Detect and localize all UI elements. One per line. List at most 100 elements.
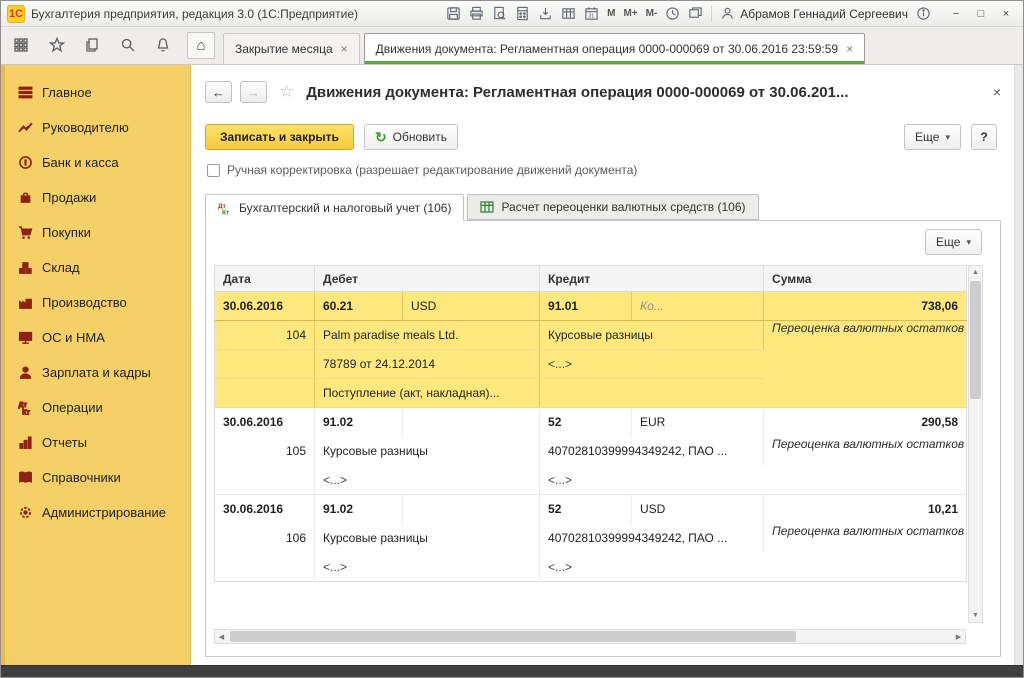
sidebar-item-operations[interactable]: ДтКт Операции <box>1 390 190 425</box>
horizontal-scrollbar[interactable]: ◀ ▶ <box>214 629 966 644</box>
column-header-credit[interactable]: Кредит <box>540 266 764 292</box>
svg-text:Дт: Дт <box>19 402 28 409</box>
debit-credit-icon: ДтКт <box>18 400 33 415</box>
back-icon: ← <box>212 85 225 100</box>
memory-icon[interactable]: M <box>607 8 615 19</box>
table-row[interactable]: 105 Курсовые разницы 4070281039999434924… <box>215 437 967 466</box>
sidebar-item-warehouse[interactable]: Склад <box>1 250 190 285</box>
svg-text:Кт: Кт <box>22 409 30 415</box>
home-icon: ⌂ <box>196 37 205 54</box>
refresh-icon: ↻ <box>375 129 387 146</box>
vertical-scroll-thumb[interactable] <box>970 281 981 399</box>
user-menu[interactable]: Абрамов Геннадий Сергеевич <box>720 6 908 21</box>
table-row[interactable]: 104 Palm paradise meals Ltd. Курсовые ра… <box>215 321 967 350</box>
boxes-icon <box>18 260 33 275</box>
sidebar-item-reports[interactable]: Отчеты <box>1 425 190 460</box>
forward-icon: → <box>247 85 260 100</box>
print-preview-icon[interactable] <box>492 6 507 21</box>
notifications-bell-icon[interactable] <box>155 37 171 53</box>
gear-icon <box>18 505 33 520</box>
search-icon[interactable] <box>120 37 136 53</box>
bag-icon <box>18 190 33 205</box>
spreadsheet-icon[interactable] <box>561 6 576 21</box>
table-row[interactable]: 30.06.2016 60.21 USD 91.01 Ко... 738,06 <box>215 292 967 321</box>
sidebar-item-production[interactable]: Производство <box>1 285 190 320</box>
minimize-button[interactable]: − <box>945 5 967 23</box>
print-icon[interactable] <box>469 6 484 21</box>
table-more-button[interactable]: Еще ▾ <box>925 229 982 255</box>
manual-adjustment-row: Ручная корректировка (разрешает редактир… <box>207 163 637 177</box>
sidebar-item-label: Отчеты <box>42 435 87 450</box>
user-icon <box>720 6 735 21</box>
tab-label: Движения документа: Регламентная операци… <box>376 42 838 56</box>
tab-accounting-register[interactable]: ДтКт Бухгалтерский и налоговый учет (106… <box>205 194 464 221</box>
sidebar-item-administration[interactable]: Администрирование <box>1 495 190 530</box>
column-header-date[interactable]: Дата <box>215 266 315 292</box>
help-button[interactable]: ? <box>971 124 997 150</box>
main-menu-icon[interactable] <box>13 37 29 53</box>
form-close-icon[interactable]: × <box>993 84 1001 100</box>
page-title: Движения документа: Регламентная операци… <box>306 84 977 101</box>
close-button[interactable]: × <box>995 5 1017 23</box>
horizontal-scroll-thumb[interactable] <box>230 631 796 642</box>
save-icon[interactable] <box>446 6 461 21</box>
column-header-debit[interactable]: Дебет <box>315 266 540 292</box>
scroll-down-icon[interactable]: ▼ <box>969 609 982 622</box>
tab-close-icon[interactable]: × <box>846 42 853 56</box>
tab-close-icon[interactable]: × <box>341 42 348 56</box>
sidebar-item-directories[interactable]: Справочники <box>1 460 190 495</box>
copy-icon[interactable] <box>84 37 100 53</box>
refresh-button[interactable]: ↻ Обновить <box>364 124 458 150</box>
table-more-label: Еще <box>936 235 960 249</box>
table-row[interactable]: 30.06.2016 91.02 52 USD 10,21 <box>215 495 967 524</box>
help-label: ? <box>980 130 987 144</box>
save-and-close-button[interactable]: Записать и закрыть <box>205 124 354 150</box>
sidebar-item-purchases[interactable]: Покупки <box>1 215 190 250</box>
sidebar-item-sales[interactable]: Продажи <box>1 180 190 215</box>
info-icon[interactable] <box>916 6 931 21</box>
export-icon[interactable] <box>538 6 553 21</box>
register-table-icon <box>480 200 494 214</box>
sidebar-item-bank-cash[interactable]: Банк и касса <box>1 145 190 180</box>
table-row[interactable]: 30.06.2016 91.02 52 EUR 290,58 <box>215 408 967 437</box>
nav-forward-button[interactable]: → <box>240 81 267 103</box>
windows-icon[interactable] <box>688 6 703 21</box>
vertical-scrollbar[interactable]: ▲ ▼ <box>968 265 983 623</box>
register-tab-label: Бухгалтерский и налоговый учет (106) <box>239 201 451 215</box>
scroll-left-icon[interactable]: ◀ <box>215 630 228 643</box>
memory-minus-icon[interactable]: M- <box>646 8 658 19</box>
titlebar-toolbar: 31 M M+ M- Абрамов Геннадий Сергеевич − … <box>446 5 1017 23</box>
calculator-icon[interactable] <box>515 6 530 21</box>
table-row[interactable]: 106 Курсовые разницы 4070281039999434924… <box>215 524 967 553</box>
sidebar-item-payroll-hr[interactable]: Зарплата и кадры <box>1 355 190 390</box>
register-panel: Еще ▾ Дата Дебет Кредит Сумма <box>205 220 1001 657</box>
memory-plus-icon[interactable]: M+ <box>623 8 637 19</box>
scroll-right-icon[interactable]: ▶ <box>952 630 965 643</box>
command-bar: Записать и закрыть ↻ Обновить Еще ▾ ? <box>205 123 997 151</box>
manual-adjustment-checkbox[interactable] <box>207 164 220 177</box>
svg-text:Кт: Кт <box>222 209 229 215</box>
sidebar-item-manager[interactable]: Руководителю <box>1 110 190 145</box>
form-navigation-row: ← → ☆ Движения документа: Регламентная о… <box>205 77 1001 107</box>
person-icon <box>18 365 33 380</box>
column-header-amount[interactable]: Сумма <box>764 266 967 292</box>
window-body: Главное Руководителю Банк и касса Продаж… <box>1 65 1023 665</box>
history-icon[interactable] <box>665 6 680 21</box>
tab-currency-revaluation-register[interactable]: Расчет переоценки валютных средств (106) <box>467 194 758 220</box>
main-section-icon <box>18 85 33 100</box>
tab-document-movements[interactable]: Движения документа: Регламентная операци… <box>364 33 865 64</box>
nav-back-button[interactable]: ← <box>205 81 232 103</box>
sidebar-item-main[interactable]: Главное <box>1 75 190 110</box>
user-name: Абрамов Геннадий Сергеевич <box>740 7 908 21</box>
favorite-star-icon[interactable]: ☆ <box>279 82 294 102</box>
home-button[interactable]: ⌂ <box>187 32 215 59</box>
maximize-button[interactable]: □ <box>970 5 992 23</box>
bar-chart-icon <box>18 435 33 450</box>
sidebar-item-fixed-assets[interactable]: ОС и НМА <box>1 320 190 355</box>
favorites-star-icon[interactable] <box>49 37 65 53</box>
calendar-icon[interactable]: 31 <box>584 6 599 21</box>
scroll-up-icon[interactable]: ▲ <box>969 266 982 279</box>
sidebar-item-label: Администрирование <box>42 505 166 520</box>
more-button[interactable]: Еще ▾ <box>904 124 961 150</box>
tab-month-closing[interactable]: Закрытие месяца × <box>223 33 360 64</box>
